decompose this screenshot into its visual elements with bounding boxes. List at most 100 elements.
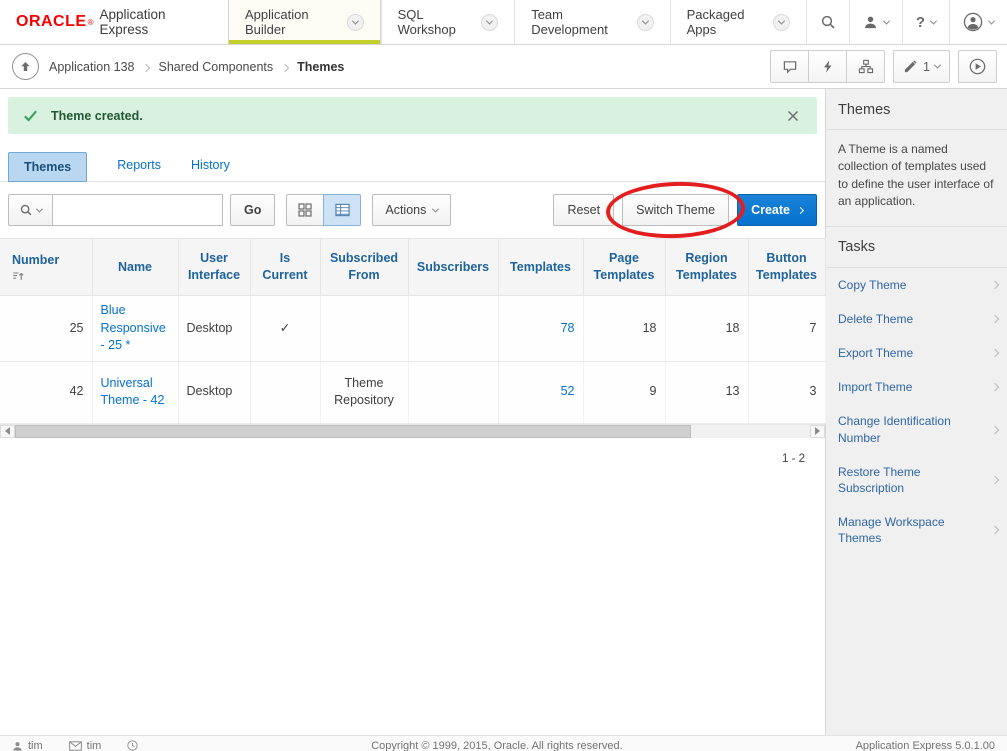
create-button[interactable]: Create [737,194,817,226]
pagination-label: 1 - 2 [0,438,825,465]
task-restore-theme-subscription[interactable]: Restore Theme Subscription [826,455,1007,505]
footer-user[interactable]: tim [12,740,43,751]
admin-menu-button[interactable] [849,0,902,44]
check-icon [22,107,39,124]
task-change-identification-number[interactable]: Change Identification Number [826,404,1007,454]
close-icon [787,110,799,122]
tab-packaged-apps[interactable]: Packaged Apps [670,0,806,44]
tab-label: Application Builder [245,7,338,37]
reset-button[interactable]: Reset [553,194,614,226]
sort-ascending-icon [12,270,86,282]
chevron-down-icon[interactable] [637,14,654,31]
apex-themes-page: { "colors": { "accent": "#0572ce", "orac… [0,0,1007,751]
scrollbar-track[interactable] [691,425,810,438]
edit-page-button[interactable]: 1 [893,50,950,83]
column-header-is-current[interactable]: Is Current [250,239,320,296]
report-view-button[interactable] [323,194,361,226]
search-button[interactable] [806,0,849,44]
theme-name-link[interactable]: Universal Theme - 42 [101,376,165,408]
table-row: 42 Universal Theme - 42 Desktop Theme Re… [0,361,825,423]
chevron-right-icon [991,280,999,288]
theme-name-link[interactable]: Blue Responsive - 25 * [101,303,166,352]
tab-history[interactable]: History [191,158,230,172]
tab-reports[interactable]: Reports [117,158,161,172]
main-region: Theme created. Themes Reports History Go [0,89,825,735]
breadcrumb-shared-components[interactable]: Shared Components [158,60,273,74]
actions-label: Actions [385,203,426,217]
close-message-button[interactable] [783,106,803,126]
tab-sql-workshop[interactable]: SQL Workshop [381,0,515,44]
templates-count-link[interactable]: 52 [561,384,575,398]
up-level-button[interactable] [12,53,39,80]
oracle-brand: ORACLE [16,13,87,31]
toolbar-buttons-right: Reset Switch Theme Create [553,194,817,226]
icon-view-button[interactable] [286,194,324,226]
run-application-button[interactable] [958,50,997,83]
search-icon [19,203,33,217]
column-header-page-templates[interactable]: Page Templates [583,239,665,296]
region-tabs: Themes Reports History [0,142,825,182]
column-header-button-templates[interactable]: Button Templates [748,239,825,296]
search-icon [820,14,836,30]
tab-themes[interactable]: Themes [8,152,87,182]
search-column-select[interactable] [8,194,53,226]
table-header-row: Number Name User Interface Is Current Su… [0,239,825,296]
feedback-button[interactable] [770,50,809,83]
cell-name: Universal Theme - 42 [92,361,178,423]
column-header-subscribers[interactable]: Subscribers [408,239,498,296]
user-account-icon [963,12,983,32]
column-header-region-templates[interactable]: Region Templates [665,239,748,296]
breadcrumb-application[interactable]: Application 138 [49,60,134,74]
cell-subscribed-from [320,296,408,362]
task-delete-theme[interactable]: Delete Theme [826,302,1007,336]
templates-count-link[interactable]: 78 [561,321,575,335]
admin-user-icon [863,15,878,30]
tab-application-builder[interactable]: Application Builder [228,0,381,44]
cell-button-templates: 3 [748,361,825,423]
column-header-name[interactable]: Name [92,239,178,296]
edit-pencil-icon [903,59,918,74]
shortcuts-button[interactable] [808,50,847,83]
scrollbar-thumb[interactable] [15,425,691,438]
chevron-right-icon [991,425,999,433]
task-import-theme[interactable]: Import Theme [826,370,1007,404]
breadcrumb-bar: Application 138 Shared Components Themes… [0,45,1007,89]
chevron-down-icon[interactable] [347,14,364,31]
go-button[interactable]: Go [230,194,275,226]
scroll-left-button[interactable] [0,425,15,438]
column-header-subscribed-from[interactable]: Subscribed From [320,239,408,296]
tab-team-development[interactable]: Team Development [514,0,669,44]
cell-templates: 52 [498,361,583,423]
success-message-text: Theme created. [51,109,143,123]
breadcrumb-current: Themes [297,60,344,74]
help-icon: ? [916,14,925,31]
search-input[interactable] [53,194,223,226]
chevron-down-icon[interactable] [773,14,790,31]
column-header-user-interface[interactable]: User Interface [178,239,250,296]
cell-subscribed-from: Theme Repository [320,361,408,423]
task-manage-workspace-themes[interactable]: Manage Workspace Themes [826,505,1007,555]
scroll-right-button[interactable] [810,425,825,438]
envelope-icon [69,741,82,751]
oracle-logo: ORACLE ® Application Express [0,0,228,44]
registered-mark: ® [88,18,94,27]
right-sidebar: Themes A Theme is a named collection of … [825,89,1007,735]
cell-number: 25 [0,296,92,362]
footer-copyright: Copyright © 1999, 2015, Oracle. All righ… [164,740,829,751]
footer-mail[interactable]: tim [69,740,102,751]
help-menu-button[interactable]: ? [902,0,949,44]
page-number: 1 [923,60,930,74]
column-header-number[interactable]: Number [0,239,92,296]
actions-menu-button[interactable]: Actions [372,194,451,226]
task-export-theme[interactable]: Export Theme [826,336,1007,370]
account-menu-button[interactable] [949,0,1007,44]
sidebar-title: Themes [826,89,1007,130]
task-copy-theme[interactable]: Copy Theme [826,268,1007,302]
column-header-templates[interactable]: Templates [498,239,583,296]
shared-components-button[interactable] [846,50,885,83]
footer-session-timer[interactable] [127,740,138,751]
switch-theme-button[interactable]: Switch Theme [622,194,729,226]
horizontal-scrollbar[interactable] [0,424,825,438]
chevron-down-icon[interactable] [481,14,498,31]
sidebar-description: A Theme is a named collection of templat… [826,130,1007,222]
